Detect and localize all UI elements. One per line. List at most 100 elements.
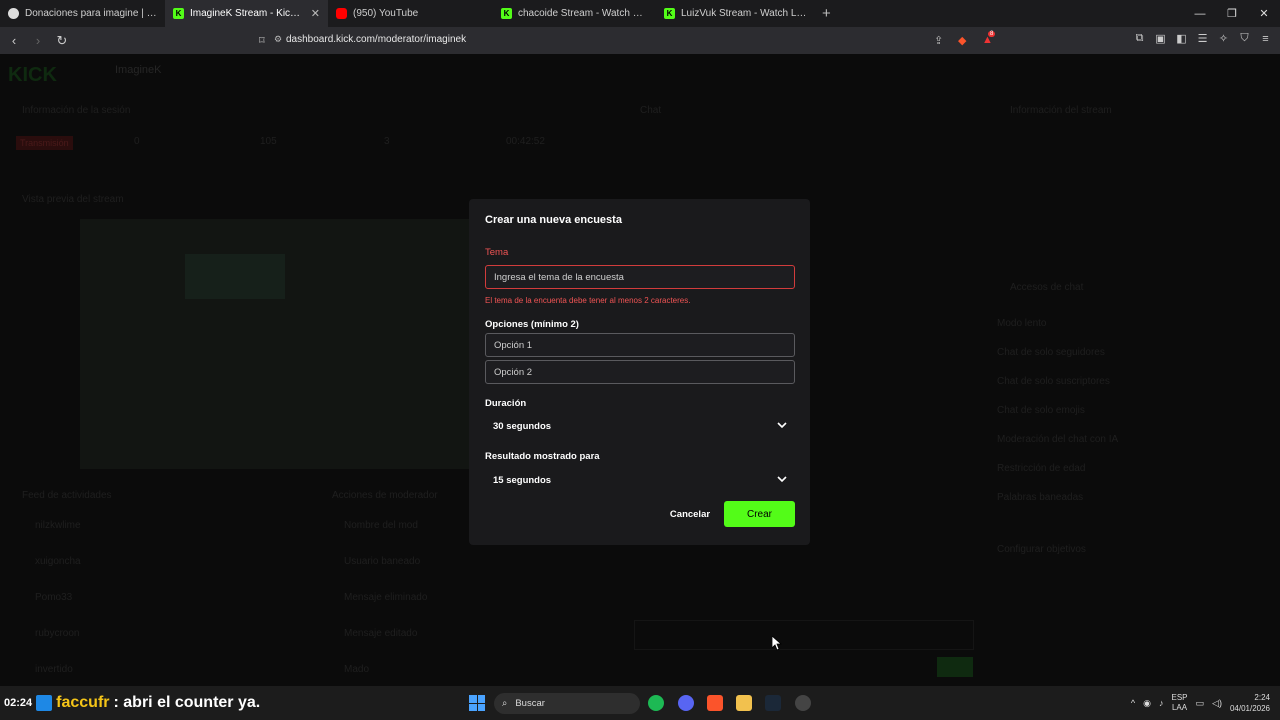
extensions-icon[interactable]: ⧉ — [1133, 32, 1146, 45]
settings-item: Chat de solo emojis — [997, 405, 1085, 416]
activity-item: xuigoncha — [35, 556, 81, 567]
microphone-icon[interactable]: ♪ — [1159, 698, 1164, 708]
duration-select[interactable]: 30 segundos — [485, 414, 795, 438]
bookmark-icon[interactable]: ⌑ — [259, 34, 265, 47]
brave-shield-icon[interactable]: ◆ — [958, 34, 966, 47]
tab-title: ImagineK Stream - Kick Dashboard — [190, 8, 305, 19]
reload-icon[interactable]: ↻ — [52, 33, 72, 49]
mod-item: Usuario baneado — [344, 556, 421, 567]
forward-icon[interactable]: › — [28, 33, 48, 48]
browser-tab-5[interactable]: K LuizVuk Stream - Watch Live on Kick — [656, 0, 816, 27]
file-explorer-icon[interactable] — [736, 695, 752, 711]
session-info-title: Información de la sesión — [22, 105, 131, 116]
kick-icon: K — [501, 8, 512, 19]
network-icon[interactable]: ▭ — [1196, 698, 1205, 709]
maximize-icon[interactable]: ❐ — [1216, 0, 1248, 27]
mod-item: Mensaje eliminado — [344, 592, 428, 603]
options-label: Opciones (mínimo 2) — [485, 319, 579, 330]
brave-icon[interactable] — [707, 695, 723, 711]
minimize-icon[interactable]: — — [1184, 0, 1216, 27]
browser-tab-1[interactable]: Donaciones para imagine | Ceneka — [0, 0, 165, 27]
activity-item: rubycroon — [35, 628, 80, 639]
back-icon[interactable]: ‹ — [4, 33, 24, 48]
tab-title: LuizVuk Stream - Watch Live on Kick — [681, 8, 808, 19]
volume-icon[interactable]: ◁) — [1212, 698, 1222, 709]
mod-settings-title: Accesos de chat — [1010, 282, 1084, 293]
close-tab-icon[interactable]: ✕ — [311, 7, 320, 20]
activity-item: nilzkwlime — [35, 520, 81, 531]
extension-icons: ⧉ ▣ ◧ ☰ ✧ ⛉ ≡ — [1133, 32, 1272, 45]
globe-icon — [8, 8, 19, 19]
mod-actions-title: Acciones de moderador — [332, 490, 438, 501]
url-field[interactable]: dashboard.kick.com/moderator/imaginek — [286, 34, 466, 45]
result-duration-value: 15 segundos — [493, 474, 552, 486]
stream-preview-title: Vista previa del stream — [22, 194, 124, 205]
tab-title: Donaciones para imagine | Ceneka — [25, 8, 157, 19]
new-tab-icon[interactable]: + — [822, 5, 831, 22]
rewards-badge: 8 — [988, 31, 996, 37]
result-duration-select[interactable]: 15 segundos — [485, 468, 795, 492]
activity-item: Pomo33 — [35, 592, 73, 603]
chat-input-box — [634, 620, 974, 650]
reading-list-icon[interactable]: ☰ — [1196, 32, 1209, 45]
steam-icon[interactable] — [765, 695, 781, 711]
kick-badge-icon — [36, 695, 53, 711]
settings-item: Configurar objetivos — [997, 544, 1086, 555]
mod-item: Mensaje editado — [344, 628, 418, 639]
duration-label: Duración — [485, 398, 527, 409]
discord-icon[interactable] — [678, 695, 694, 711]
stream-info-right-title: Información del stream — [1010, 105, 1112, 116]
option-2-input[interactable] — [485, 360, 795, 384]
clock-date: 04/01/2026 — [1229, 704, 1270, 713]
option-1-input[interactable] — [485, 333, 795, 357]
duration-value: 30 segundos — [493, 420, 552, 432]
activity-feed-title: Feed de actividades — [22, 490, 112, 501]
stream-chat-overlay: 02:24 faccufr : abri el counter ya. — [4, 694, 260, 712]
settings-item: Moderación del chat con IA — [997, 434, 1119, 445]
topic-error-message: El tema de la encuenta debe tener al men… — [485, 296, 691, 305]
overlay-message: : abri el counter ya. — [113, 694, 261, 711]
app-icon[interactable] — [795, 695, 811, 711]
tray-chevron-icon[interactable]: ^ — [1131, 698, 1135, 708]
search-icon: ⌕ — [502, 698, 508, 709]
settings-item: Palabras baneadas — [997, 492, 1084, 503]
chat-send-button — [937, 657, 973, 677]
lang-line2: LAA — [1171, 703, 1188, 712]
browser-tab-2[interactable]: K ImagineK Stream - Kick Dashboard ✕ — [165, 0, 328, 27]
browser-tab-4[interactable]: K chacoide Stream - Watch Live on Kick — [493, 0, 656, 27]
mouse-cursor-icon — [772, 636, 782, 651]
stat-value: 105 — [260, 136, 277, 147]
create-button[interactable]: Crear — [724, 501, 795, 527]
overlay-username: faccufr — [56, 694, 110, 711]
taskbar-search[interactable]: ⌕ Buscar — [494, 693, 640, 714]
wallet-icon[interactable]: ▣ — [1154, 32, 1167, 45]
tab-title: (950) YouTube — [353, 8, 419, 19]
site-info-icon[interactable]: ⚙ — [274, 34, 282, 45]
share-icon[interactable]: ⇪ — [934, 34, 943, 47]
youtube-icon — [336, 8, 347, 19]
cancel-button[interactable]: Cancelar — [665, 501, 715, 527]
close-window-icon[interactable]: ✕ — [1248, 0, 1280, 27]
stream-preview-thumb — [185, 254, 285, 299]
discord-tray-icon[interactable]: ◉ — [1143, 698, 1151, 709]
chat-title: Chat — [640, 105, 662, 116]
clock[interactable]: 2:24 04/01/2026 — [1230, 692, 1270, 714]
clock-time: 2:24 — [1254, 693, 1270, 702]
chevron-down-icon — [777, 476, 787, 483]
kick-logo: KICK — [8, 64, 57, 86]
create-poll-modal: Crear una nueva encuesta Tema El tema de… — [469, 199, 810, 545]
system-tray: ^ ◉ ♪ ESP LAA ▭ ◁) 2:24 04/01/2026 — [1131, 692, 1270, 714]
leo-ai-icon[interactable]: ✧ — [1217, 32, 1230, 45]
menu-icon[interactable]: ≡ — [1259, 32, 1272, 45]
topic-input[interactable] — [485, 265, 795, 289]
channel-name: ImagineK — [115, 64, 162, 76]
language-indicator[interactable]: ESP LAA — [1172, 693, 1188, 713]
browser-tab-3[interactable]: (950) YouTube — [328, 0, 493, 27]
vpn-icon[interactable]: ⛉ — [1238, 32, 1251, 45]
sidebar-icon[interactable]: ◧ — [1175, 32, 1188, 45]
tab-title: chacoide Stream - Watch Live on Kick — [518, 8, 648, 19]
spotify-icon[interactable] — [648, 695, 664, 711]
modal-title: Crear una nueva encuesta — [485, 214, 622, 226]
windows-start-icon[interactable] — [469, 695, 485, 711]
mod-item: Nombre del mod — [344, 520, 418, 531]
